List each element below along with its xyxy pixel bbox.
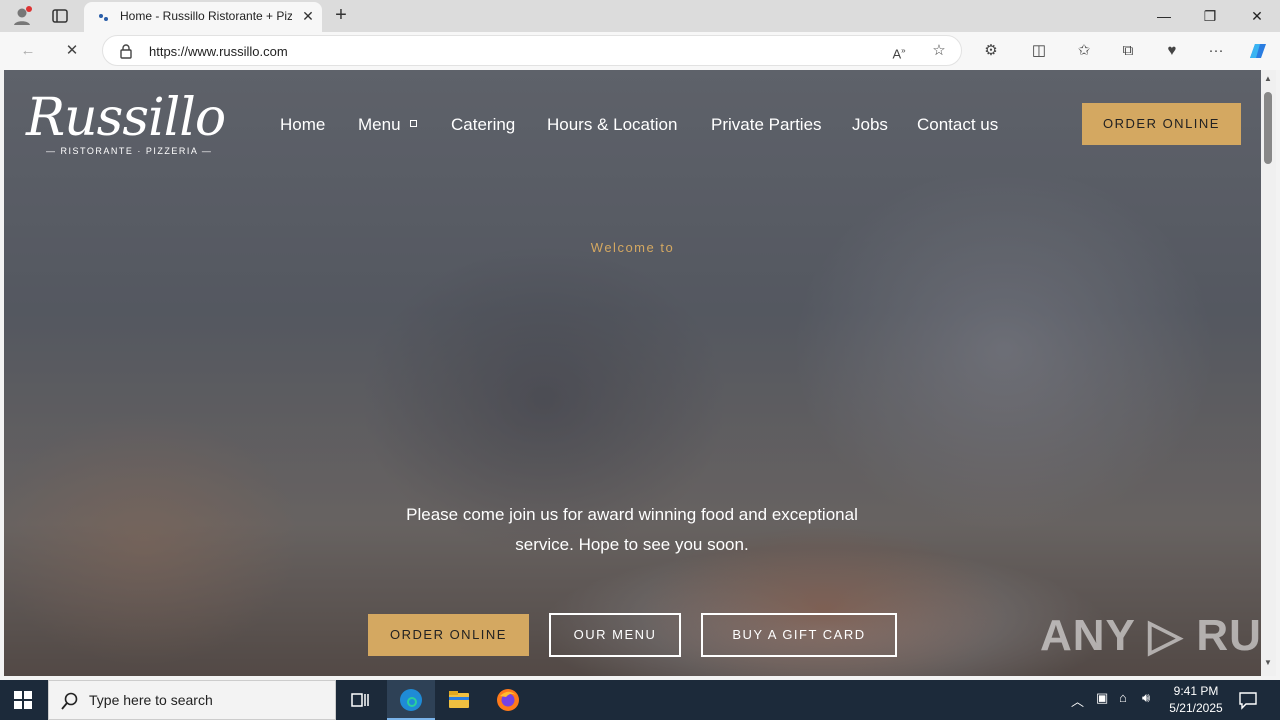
collections-icon[interactable]: ⧉: [1118, 41, 1138, 61]
nav-menu[interactable]: Menu: [358, 115, 401, 135]
task-view-icon[interactable]: [348, 688, 372, 712]
extensions-icon[interactable]: ⚙: [981, 41, 1001, 61]
firefox-icon[interactable]: [496, 688, 520, 712]
search-placeholder[interactable]: Type here to search: [89, 692, 213, 708]
url-text[interactable]: https://www.russillo.com: [149, 44, 288, 59]
anyrun-watermark: ANY ▷ RUN: [1040, 611, 1261, 660]
volume-icon[interactable]: 🔊︎: [1142, 690, 1150, 706]
back-icon[interactable]: ←: [18, 41, 38, 61]
site-logo[interactable]: Russillo: [26, 88, 226, 148]
stop-loading-icon[interactable]: ✕: [62, 41, 82, 61]
tagline-text: Please come join us for award winning fo…: [406, 505, 858, 554]
our-menu-button[interactable]: OUR MENU: [549, 613, 681, 657]
restore-button[interactable]: ❐: [1198, 6, 1222, 26]
copilot-icon[interactable]: [1246, 40, 1270, 62]
tab-active[interactable]: Home - Russillo Ristorante + Pizz ✕: [84, 2, 322, 32]
site-favicon-icon: [98, 11, 112, 23]
page-scrollbar[interactable]: ▲ ▼: [1261, 70, 1276, 676]
scroll-thumb[interactable]: [1264, 92, 1272, 164]
close-window-button[interactable]: ✕: [1245, 6, 1269, 26]
tab-actions-icon[interactable]: [52, 8, 68, 24]
tab-title: Home - Russillo Ristorante + Pizz: [120, 9, 292, 23]
browser-toolbar: ← ✕ https://www.russillo.com A» ☆ ⚙ ◫ ✩ …: [0, 32, 1280, 70]
edge-icon[interactable]: [399, 688, 423, 712]
address-bar[interactable]: https://www.russillo.com A» ☆: [102, 35, 962, 66]
clock-date: 5/21/2025: [1169, 701, 1223, 715]
split-screen-icon[interactable]: ◫: [1029, 41, 1049, 61]
file-explorer-icon[interactable]: [447, 688, 471, 712]
windows-taskbar: Type here to search ︿ ▣ ⌂ 🔊︎ 9:41 PM 5/2…: [0, 680, 1280, 720]
nav-private-parties[interactable]: Private Parties: [711, 115, 822, 135]
nav-hours-location[interactable]: Hours & Location: [547, 115, 677, 135]
nav-catering[interactable]: Catering: [451, 115, 515, 135]
browser-essentials-icon[interactable]: ♥: [1162, 41, 1182, 61]
nav-jobs[interactable]: Jobs: [852, 115, 888, 135]
favorite-star-icon[interactable]: ☆: [929, 41, 949, 61]
scroll-down-icon[interactable]: ▼: [1264, 658, 1272, 667]
new-tab-button[interactable]: +: [330, 5, 352, 27]
taskbar-clock[interactable]: 9:41 PM 5/21/2025: [1164, 683, 1228, 717]
browser-titlebar: Home - Russillo Ristorante + Pizz ✕ + — …: [0, 0, 1280, 32]
nav-home[interactable]: Home: [280, 115, 325, 135]
more-options-icon[interactable]: ···: [1206, 41, 1226, 61]
notifications-icon[interactable]: [1238, 690, 1258, 710]
hero-overlay: [4, 70, 1261, 676]
hero-section: Russillo — RISTORANTE · PIZZERIA — Home …: [4, 70, 1261, 676]
favorites-icon[interactable]: ✩: [1074, 41, 1094, 61]
gift-card-button[interactable]: BUY A GIFT CARD: [701, 613, 897, 657]
profile-icon[interactable]: [12, 6, 32, 26]
menu-dropdown-icon[interactable]: [410, 120, 417, 127]
tab-close-icon[interactable]: ✕: [300, 8, 316, 24]
clock-time: 9:41 PM: [1173, 684, 1219, 698]
welcome-text: Welcome to: [590, 240, 675, 255]
taskbar-search[interactable]: Type here to search: [48, 680, 336, 720]
network-icon[interactable]: ⌂: [1119, 690, 1127, 705]
order-online-button[interactable]: ORDER ONLINE: [368, 614, 529, 656]
windows-start-icon[interactable]: [14, 691, 32, 709]
site-logo-subtitle: — RISTORANTE · PIZZERIA —: [46, 146, 213, 156]
search-icon: [61, 692, 79, 710]
scroll-up-icon[interactable]: ▲: [1264, 74, 1272, 83]
minimize-button[interactable]: —: [1152, 6, 1176, 26]
header-order-online-button[interactable]: ORDER ONLINE: [1082, 103, 1241, 145]
nav-contact[interactable]: Contact us: [917, 115, 998, 135]
tray-device-icon[interactable]: ▣: [1096, 690, 1108, 706]
lock-icon[interactable]: [119, 43, 133, 59]
tray-expand-icon[interactable]: ︿: [1071, 691, 1084, 710]
read-aloud-icon[interactable]: A»: [889, 41, 909, 61]
